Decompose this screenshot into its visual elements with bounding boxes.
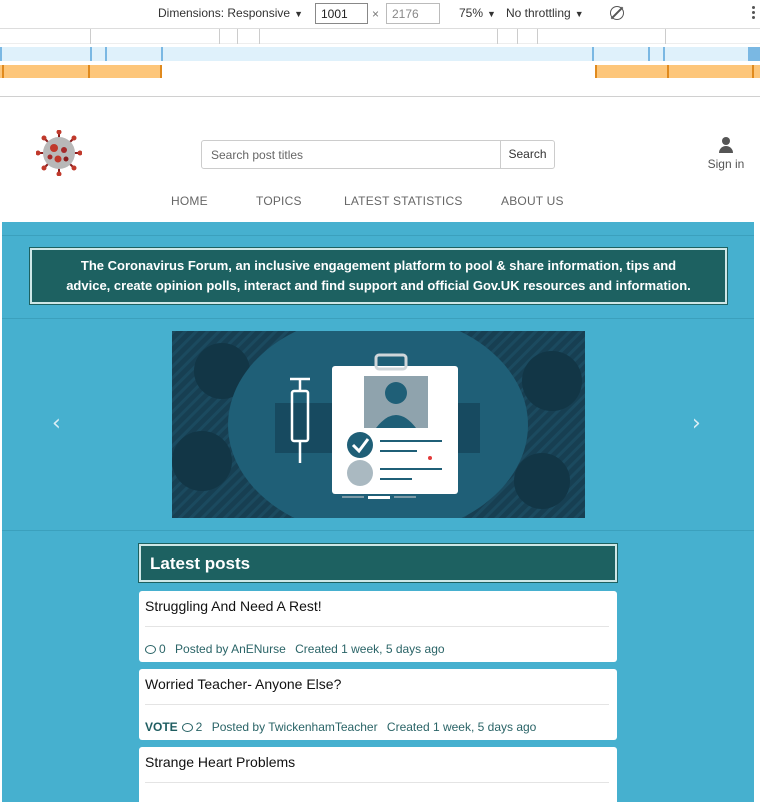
vote-link[interactable]: VOTE: [145, 720, 178, 734]
carousel-prev-icon[interactable]: ‹: [52, 413, 61, 435]
post-divider: [145, 626, 609, 627]
carousel-slide-image[interactable]: [172, 331, 585, 518]
nav-topics[interactable]: TOPICS: [256, 194, 302, 208]
vaccine-illustration: [172, 331, 585, 518]
page-viewport: Search Sign in HOME TOPICS LATEST STATIS…: [2, 117, 754, 802]
throttling-label: No throttling: [506, 6, 571, 20]
dimensions-dropdown[interactable]: Dimensions: Responsive ▼: [158, 6, 303, 20]
intro-banner: The Coronavirus Forum, an inclusive enga…: [29, 247, 728, 305]
breakpoint-bar-orange[interactable]: [0, 65, 760, 78]
user-icon: [719, 137, 733, 153]
post-meta: 0 Posted by AnENurse Created 1 week, 5 d…: [145, 642, 445, 656]
device-toolbar: Dimensions: Responsive▼ × 75%▼ No thrott…: [0, 0, 760, 28]
post-author[interactable]: Posted by TwickenhamTeacher: [212, 720, 378, 734]
comment-icon: [145, 645, 156, 654]
sign-in-label: Sign in: [707, 157, 745, 171]
chevron-down-icon: ▼: [294, 9, 303, 19]
site-header: Search Sign in HOME TOPICS LATEST STATIS…: [2, 117, 754, 222]
latest-posts-heading: Latest posts: [138, 543, 618, 583]
zoom-label: 75%: [459, 6, 484, 20]
search-button[interactable]: Search: [500, 140, 555, 169]
throttling-dropdown[interactable]: No throttling ▼: [506, 6, 584, 20]
post-card[interactable]: Struggling And Need A Rest! 0 Posted by …: [139, 591, 617, 662]
nav-latest-statistics[interactable]: LATEST STATISTICS: [344, 194, 463, 208]
comment-count: 2: [195, 720, 203, 734]
coronavirus-logo-icon[interactable]: [36, 130, 82, 176]
rotate-icon[interactable]: [610, 6, 624, 20]
carousel-next-icon[interactable]: ›: [692, 413, 701, 435]
post-title[interactable]: Worried Teacher- Anyone Else?: [145, 676, 341, 692]
post-author[interactable]: Posted by AnENurse: [175, 642, 286, 656]
dimension-separator: ×: [372, 7, 380, 21]
media-query-ruler: [0, 28, 760, 44]
post-created: Created 1 week, 5 days ago: [386, 720, 537, 734]
comment-count: 0: [159, 642, 166, 656]
post-title[interactable]: Strange Heart Problems: [145, 754, 295, 770]
divider: [2, 318, 754, 319]
nav-home[interactable]: HOME: [171, 194, 208, 208]
post-card[interactable]: Strange Heart Problems: [139, 747, 617, 802]
chevron-down-icon: ▼: [574, 9, 584, 19]
post-meta: VOTE 2 Posted by TwickenhamTeacher Create…: [145, 720, 536, 734]
nav-about-us[interactable]: ABOUT US: [501, 194, 564, 208]
more-options-icon[interactable]: [752, 6, 756, 22]
sign-in-link[interactable]: Sign in: [702, 137, 750, 171]
post-divider: [145, 782, 609, 783]
main-nav: HOME TOPICS LATEST STATISTICS ABOUT US: [2, 194, 754, 212]
post-title[interactable]: Struggling And Need A Rest!: [145, 598, 322, 614]
banner-line-2: advice, create opinion polls, interact a…: [66, 278, 691, 293]
divider: [2, 530, 754, 531]
zoom-dropdown[interactable]: 75% ▼: [459, 6, 496, 20]
width-input[interactable]: [315, 3, 368, 24]
dimensions-label: Dimensions: Responsive: [158, 6, 291, 20]
carousel-indicator: [368, 496, 390, 499]
post-divider: [145, 704, 609, 705]
post-created: Created 1 week, 5 days ago: [295, 642, 445, 656]
carousel-indicator: [342, 496, 364, 498]
carousel-indicator: [394, 496, 416, 498]
banner-line-1: The Coronavirus Forum, an inclusive enga…: [80, 258, 677, 273]
comment-icon: [181, 723, 193, 732]
post-card[interactable]: Worried Teacher- Anyone Else? VOTE 2 Post…: [139, 669, 617, 740]
breakpoint-bar-blue[interactable]: [0, 47, 760, 61]
divider: [2, 235, 754, 236]
devtools-toolbar: Dimensions: Responsive▼ × 75%▼ No thrott…: [0, 0, 760, 97]
chevron-down-icon: ▼: [487, 9, 496, 19]
search-input[interactable]: [201, 140, 501, 169]
height-input[interactable]: [386, 3, 440, 24]
